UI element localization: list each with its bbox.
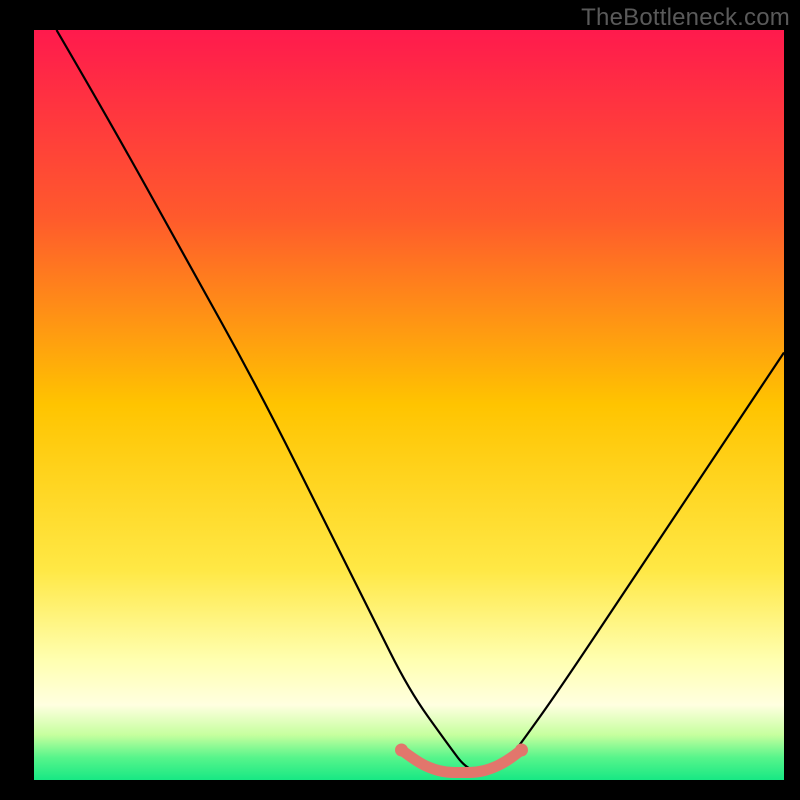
plot-area <box>34 30 784 780</box>
gradient-background <box>34 30 784 780</box>
floor-marker-dot-right <box>515 744 528 757</box>
watermark-text: TheBottleneck.com <box>581 4 790 32</box>
chart-frame: TheBottleneck.com <box>0 0 800 800</box>
bottleneck-chart <box>34 30 784 780</box>
floor-marker-dot-left <box>395 744 408 757</box>
